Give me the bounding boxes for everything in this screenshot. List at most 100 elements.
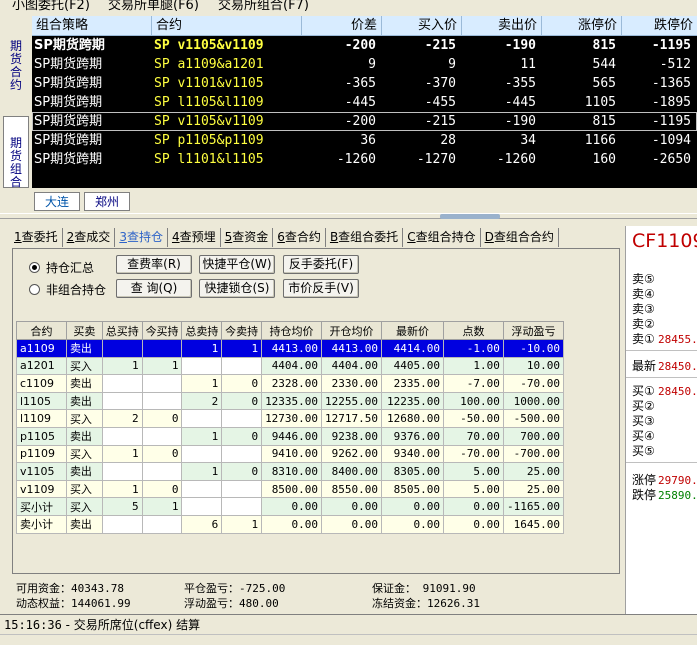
table-row[interactable]: 买小计 买入 5 1 0.00 0.00 0.00 0.00 -1165.00 (16, 497, 565, 516)
book-ask-row[interactable]: 卖④ (632, 287, 655, 302)
menu-item-combo[interactable]: 交易所组合(F7) (218, 0, 309, 13)
header-bid[interactable]: 买入价 (382, 16, 462, 36)
table-row[interactable]: 卖小计 卖出 6 1 0.00 0.00 0.00 0.00 1645.00 (16, 514, 565, 534)
menu-item-single-leg[interactable]: 交易所单腿(F6) (108, 0, 199, 13)
quote-strategy: SP期货跨期 (34, 114, 103, 129)
table-cell: 5.00 (443, 479, 504, 499)
splitter[interactable] (0, 213, 697, 219)
header-ask[interactable]: 卖出价 (462, 16, 542, 36)
table-row[interactable]: v1109 买入 1 0 8500.00 8550.00 8505.00 5.00 25.00 (16, 479, 565, 499)
quote-ask: -445 (504, 95, 536, 110)
query-button[interactable]: 查 询(Q) (116, 279, 192, 298)
book-last-row[interactable]: 最新 28450. (632, 359, 697, 374)
table-cell: 4413.00 (261, 339, 323, 358)
table-cell: 1 (181, 374, 223, 393)
column-header[interactable]: 今买持 (141, 321, 183, 340)
tab-zhengzhou[interactable]: 郑州 (84, 192, 131, 211)
column-header[interactable]: 最新价 (381, 321, 445, 340)
column-header[interactable]: 总卖持 (181, 321, 223, 340)
quote-row[interactable]: SP期货跨期 SP v1105&v1109 -200 -215 -190 815 -1195 (32, 36, 697, 55)
status-text: - 交易所席位(cffex) 结算 (61, 618, 201, 632)
quote-spread: -365 (344, 76, 376, 91)
table-row[interactable]: p1109 买入 1 0 9410.00 9262.00 9340.00 -70.00 -700… (16, 444, 565, 464)
quote-strategy: SP期货跨期 (34, 57, 103, 72)
header-contract[interactable]: 合约 (152, 16, 302, 36)
column-header[interactable]: 总买持 (101, 321, 143, 340)
tab-futures-contract[interactable]: 期 货 合 约 (3, 38, 29, 94)
column-header[interactable]: 开仓均价 (321, 321, 383, 340)
quick-close-button[interactable]: 快捷平仓(W) (199, 255, 275, 274)
quick-lock-button[interactable]: 快捷锁仓(S) (199, 279, 275, 298)
market-reverse-button[interactable]: 市价反手(V) (283, 279, 359, 298)
tab-label: 查合约 (284, 230, 321, 244)
tab-query-5[interactable]: 5查资金 (223, 228, 274, 247)
quote-row[interactable]: SP期货跨期 SP l1105&l1109 -445 -455 -445 1105 -189… (32, 93, 697, 112)
tab-query-1[interactable]: 1查委托 (12, 228, 63, 247)
quote-ask: 34 (520, 133, 536, 148)
book-ask-row[interactable]: 卖② (632, 317, 655, 332)
table-cell: -500.00 (502, 409, 565, 428)
column-header[interactable]: 买卖 (65, 321, 103, 340)
fee-rate-button[interactable]: 查费率(R) (116, 255, 192, 274)
table-cell: 买入 (65, 444, 103, 464)
tab-query-2[interactable]: 2查成交 (65, 228, 116, 247)
header-spread[interactable]: 价差 (302, 16, 382, 36)
book-label: 跌停 (632, 488, 657, 502)
header-limit-up[interactable]: 涨停价 (542, 16, 622, 36)
book-divider (626, 350, 697, 351)
book-limit-down[interactable]: 跌停 25890. (632, 488, 697, 503)
table-row[interactable]: v1105 卖出 1 0 8310.00 8400.00 8305.00 5.00 25.00 (16, 462, 565, 481)
tab-hotkey: 6 (277, 230, 285, 244)
status-time: 15:16:36 (4, 618, 62, 632)
header-strategy[interactable]: 组合策略 (32, 16, 152, 36)
column-header[interactable]: 合约 (16, 321, 67, 340)
book-bid-row[interactable]: 买① 28450. (632, 384, 697, 399)
quote-row[interactable]: SP期货跨期 SP l1101&l1105 -1260 -1270 -1260 160 -2… (32, 150, 697, 169)
tab-query-3[interactable]: 3查持仓 (117, 228, 168, 247)
book-bid-row[interactable]: 买③ (632, 414, 655, 429)
quote-row[interactable]: SP期货跨期 SP a1109&a1201 9 9 11 544 -512 (32, 55, 697, 74)
tab-query-D[interactable]: D查组合合约 (483, 228, 559, 247)
table-cell: 100.00 (443, 391, 504, 411)
radio-position-summary[interactable]: 持仓汇总 (29, 259, 94, 276)
quote-bid: -215 (424, 38, 456, 53)
column-header[interactable]: 持仓均价 (261, 321, 323, 340)
column-header[interactable]: 今卖持 (221, 321, 263, 340)
table-row[interactable]: l1105 卖出 2 0 12335.00 12255.00 12235.00 100.00 1… (16, 391, 565, 411)
table-row[interactable]: p1105 卖出 1 0 9446.00 9238.00 9376.00 70.00 700.0… (16, 426, 565, 446)
table-row[interactable]: c1109 卖出 1 0 2328.00 2330.00 2335.00 -7.00 -70.0… (16, 374, 565, 393)
book-label: 最新 (632, 359, 657, 373)
header-limit-down[interactable]: 跌停价 (622, 16, 697, 36)
book-ask-row[interactable]: 卖⑤ (632, 272, 655, 287)
book-bid-row[interactable]: 买④ (632, 429, 655, 444)
book-bid-row[interactable]: 买⑤ (632, 444, 655, 459)
book-bid-row[interactable]: 买② (632, 399, 655, 414)
tab-futures-combo[interactable]: 期 货 组 合 (3, 116, 29, 189)
close-pl: 平仓盈亏：-725.00 (184, 582, 286, 595)
tab-query-B[interactable]: B查组合委托 (328, 228, 404, 247)
book-label: 买④ (632, 429, 655, 443)
tab-query-6[interactable]: 6查合约 (275, 228, 326, 247)
column-header[interactable]: 浮动盈亏 (502, 321, 565, 340)
table-row[interactable]: l1109 买入 2 0 12730.00 12717.50 12680.00 -50.00-… (16, 409, 565, 428)
book-ask-row[interactable]: 卖③ (632, 302, 655, 317)
book-limit-up[interactable]: 涨停 29790. (632, 473, 697, 488)
exchange-tabs: 大连 郑州 (32, 192, 697, 212)
book-ask-row[interactable]: 卖① 28455. (632, 332, 697, 347)
splitter-grip[interactable] (440, 214, 500, 219)
tab-dalian[interactable]: 大连 (34, 192, 81, 211)
table-cell: 1 (101, 444, 143, 464)
table-cell: 2 (181, 391, 223, 411)
quote-row[interactable]: SP期货跨期 SP p1105&p1109 36 28 34 1166 -1094 (32, 131, 697, 150)
tab-query-C[interactable]: C查组合持仓 (405, 228, 481, 247)
radio-non-combo[interactable]: 非组合持仓 (29, 281, 106, 298)
reverse-order-button[interactable]: 反手委托(F) (283, 255, 359, 274)
quote-row[interactable]: SP期货跨期 SP v1101&v1105 -365 -370 -355 565 -1365 (32, 74, 697, 93)
quote-row[interactable]: SP期货跨期 SP v1105&v1109 -200 -215 -190 815 -1195 (32, 112, 697, 131)
table-row[interactable]: a1201 买入 1 1 4404.00 4404.00 4405.00 1.00 10.00 (16, 356, 565, 376)
column-header[interactable]: 点数 (443, 321, 504, 340)
table-row[interactable]: a1109 卖出 1 1 4413.00 4413.00 4414.00 -1.00 -10.0… (16, 339, 565, 358)
menu-item-small-order[interactable]: 小图委托(F2) (12, 0, 90, 13)
tab-query-4[interactable]: 4查预埋 (170, 228, 221, 247)
quote-down: -2650 (651, 152, 691, 167)
